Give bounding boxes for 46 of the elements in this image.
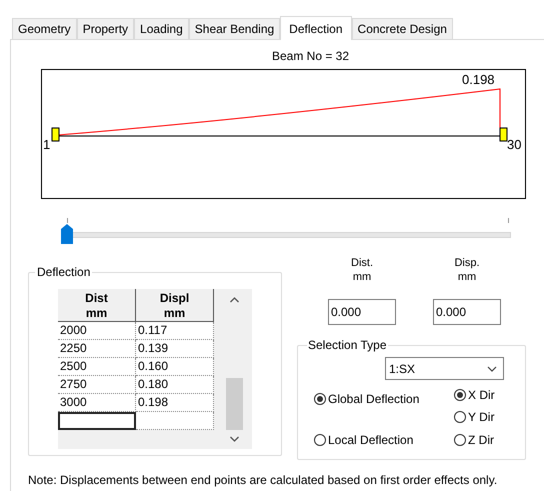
node-label: 30 [507, 137, 522, 152]
tick-mark [67, 218, 68, 223]
input-field[interactable]: 0.000 [433, 299, 501, 325]
beam-title: Beam No = 32 [270, 48, 350, 65]
column-header: Dist mm [58, 289, 136, 322]
table-cell: 3000 [58, 394, 136, 412]
max-deflection-label: 0.198 [462, 72, 495, 87]
table-cell: 2000 [58, 322, 136, 340]
table-cell: 0.117 [136, 322, 214, 340]
group-title: Deflection [35, 265, 92, 279]
support-icon [500, 128, 508, 142]
tab[interactable]: Concrete Design [352, 18, 453, 39]
table-cell: 0.198 [136, 394, 214, 412]
scroll-up-icon[interactable] [230, 297, 239, 303]
chevron-down-icon [487, 366, 497, 372]
scrollbar-thumb[interactable] [226, 378, 243, 430]
field-label: Disp. mm [454, 256, 480, 285]
tab[interactable]: Shear Bending [188, 18, 280, 39]
tab[interactable]: Geometry [12, 18, 77, 39]
support-icon [52, 128, 60, 142]
input-field[interactable]: 0.000 [328, 299, 396, 325]
table-cell: 0.139 [136, 340, 214, 358]
note-text: Note: Displacements between end points are calculated based on first order effects only. [28, 473, 498, 487]
tick-mark [508, 218, 509, 223]
column-header: Displ mm [136, 289, 214, 322]
node-label: 1 [43, 137, 50, 152]
selection-dropdown[interactable]: 1:SX [385, 357, 504, 380]
group-title: Selection Type [307, 338, 388, 352]
tab[interactable]: Property [76, 18, 134, 39]
new-row-cell[interactable] [136, 412, 214, 430]
tab[interactable]: Loading [134, 18, 189, 39]
scroll-down-icon[interactable] [230, 436, 239, 442]
radio-button[interactable]: X Dir [454, 388, 495, 402]
table-cell: 0.160 [136, 358, 214, 376]
field-label: Dist. mm [351, 256, 373, 285]
radio-button[interactable]: Y Dir [454, 410, 494, 424]
radio-button[interactable]: Local Deflection [314, 433, 414, 447]
radio-button[interactable]: Z Dir [454, 433, 494, 447]
new-row-cell[interactable] [58, 412, 136, 430]
radio-button[interactable]: Global Deflection [314, 392, 420, 406]
table-cell: 2250 [58, 340, 136, 358]
table-cell: 0.180 [136, 376, 214, 394]
table-cell: 2500 [58, 358, 136, 376]
tab[interactable]: Deflection [280, 16, 352, 40]
slider-thumb[interactable] [61, 224, 73, 244]
table-cell: 2750 [58, 376, 136, 394]
